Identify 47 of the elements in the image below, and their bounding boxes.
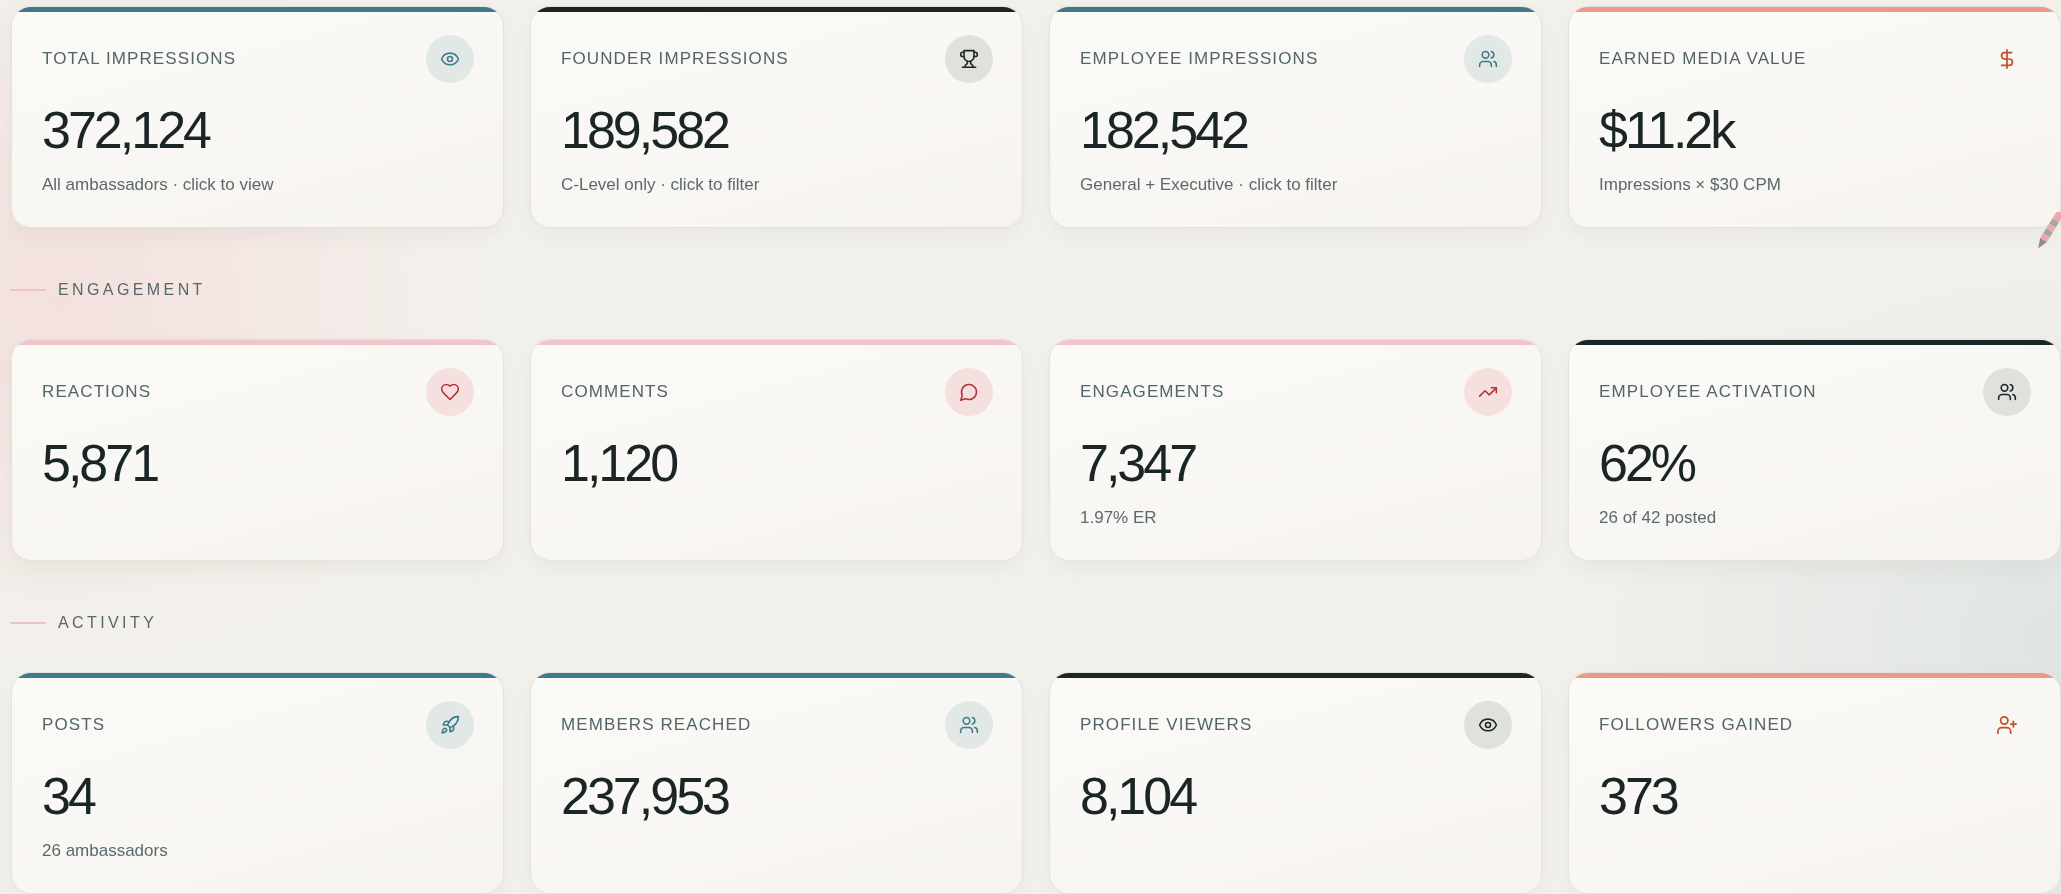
metric-note: 26 ambassadors [42, 840, 168, 862]
metric-note: All ambassadors · click to view [42, 174, 274, 196]
metric-note: Impressions × $30 CPM [1599, 174, 1781, 196]
speech-bubble-icon [945, 368, 993, 416]
metric-label: PROFILE VIEWERS [1080, 715, 1253, 735]
metric-card[interactable]: EARNED MEDIA VALUE $11.2k Impressions × $30 CPM [1568, 6, 2061, 228]
metric-card[interactable]: EMPLOYEE IMPRESSIONS 182,542 General + Executive · click to filter [1049, 6, 1542, 228]
section-title: ENGAGEMENT [58, 281, 206, 299]
metric-label: ENGAGEMENTS [1080, 382, 1225, 402]
metric-value: 8,104 [1080, 766, 1196, 826]
metric-note: General + Executive · click to filter [1080, 174, 1338, 196]
metric-value: 182,542 [1080, 100, 1247, 160]
metric-label: REACTIONS [42, 382, 152, 402]
eye-icon [1464, 701, 1512, 749]
users-icon [945, 701, 993, 749]
metric-label: EARNED MEDIA VALUE [1599, 49, 1807, 69]
metric-value: 5,871 [42, 433, 158, 493]
metric-value: 189,582 [561, 100, 728, 160]
metric-label: EMPLOYEE IMPRESSIONS [1080, 49, 1319, 69]
metric-note: 1.97% ER [1080, 507, 1157, 529]
trophy-icon [945, 35, 993, 83]
metric-label: FOUNDER IMPRESSIONS [561, 49, 789, 69]
metric-value: 237,953 [561, 766, 728, 826]
metric-value: 372,124 [42, 100, 209, 160]
user-plus-icon [1997, 715, 2017, 735]
metric-label: COMMENTS [561, 382, 669, 402]
metric-note: 26 of 42 posted [1599, 507, 1717, 529]
metric-label: TOTAL IMPRESSIONS [42, 49, 237, 69]
metric-label: FOLLOWERS GAINED [1599, 715, 1794, 735]
trend-up-icon [1464, 368, 1512, 416]
metric-value: 373 [1599, 766, 1677, 826]
metric-label: MEMBERS REACHED [561, 715, 752, 735]
metric-value: 7,347 [1080, 433, 1196, 493]
metric-note: C-Level only · click to filter [561, 174, 760, 196]
metric-card[interactable]: FOUNDER IMPRESSIONS 189,582 C-Level only · click to filter [530, 6, 1023, 228]
metric-value: 34 [42, 766, 94, 826]
metric-label: POSTS [42, 715, 106, 735]
metric-value: 62% [1599, 433, 1695, 493]
section-title: ACTIVITY [58, 614, 158, 632]
users-icon [1983, 368, 2031, 416]
eye-icon [426, 35, 474, 83]
metric-card[interactable]: TOTAL IMPRESSIONS 372,124 All ambassadors · click to view [11, 6, 504, 228]
rocket-icon [426, 701, 474, 749]
users-icon [1464, 35, 1512, 83]
metric-value: 1,120 [561, 433, 677, 493]
metric-value: $11.2k [1599, 100, 1734, 160]
metric-label: EMPLOYEE ACTIVATION [1599, 382, 1817, 402]
